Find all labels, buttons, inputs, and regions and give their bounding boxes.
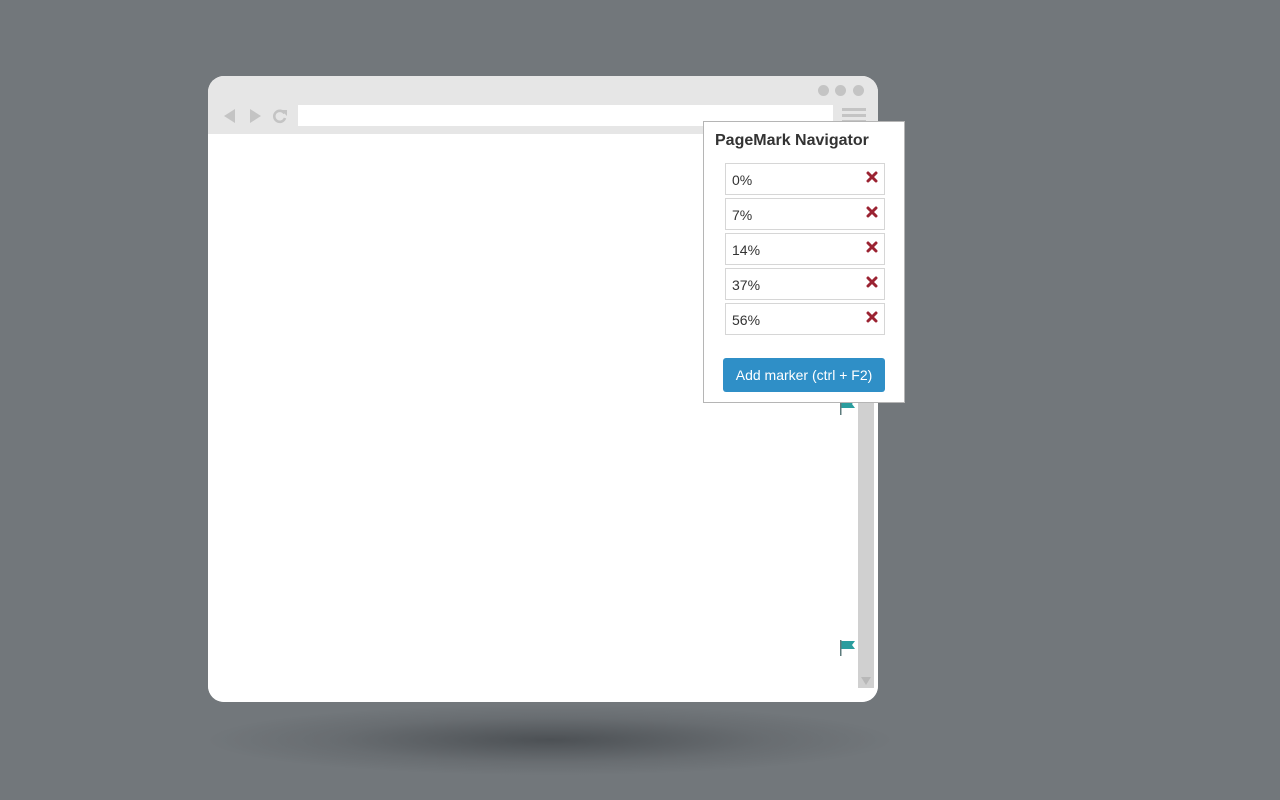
pagemark-popup: PageMark Navigator 0% 7% 14% 37% 56% Add… xyxy=(703,121,905,403)
popup-title: PageMark Navigator xyxy=(715,132,869,149)
remove-marker-icon[interactable] xyxy=(866,206,878,218)
remove-marker-icon[interactable] xyxy=(866,311,878,323)
window-dot xyxy=(818,85,829,96)
reload-icon[interactable] xyxy=(272,107,288,125)
marker-item[interactable]: 14% xyxy=(725,233,885,265)
back-icon[interactable] xyxy=(222,107,238,125)
marker-label[interactable]: 14% xyxy=(732,242,760,258)
marker-label[interactable]: 0% xyxy=(732,172,752,188)
marker-item[interactable]: 0% xyxy=(725,163,885,195)
window-shadow xyxy=(210,705,890,775)
window-dot xyxy=(853,85,864,96)
marker-label[interactable]: 56% xyxy=(732,312,760,328)
remove-marker-icon[interactable] xyxy=(866,171,878,183)
remove-marker-icon[interactable] xyxy=(866,276,878,288)
marker-item[interactable]: 56% xyxy=(725,303,885,335)
flag-icon[interactable] xyxy=(839,639,857,657)
add-marker-button[interactable]: Add marker (ctrl + F2) xyxy=(723,358,885,392)
scroll-down-arrow-icon[interactable] xyxy=(861,677,871,685)
remove-marker-icon[interactable] xyxy=(866,241,878,253)
marker-item[interactable]: 7% xyxy=(725,198,885,230)
forward-icon[interactable] xyxy=(247,107,263,125)
window-dot xyxy=(835,85,846,96)
marker-label[interactable]: 7% xyxy=(732,207,752,223)
marker-label[interactable]: 37% xyxy=(732,277,760,293)
marker-item[interactable]: 37% xyxy=(725,268,885,300)
